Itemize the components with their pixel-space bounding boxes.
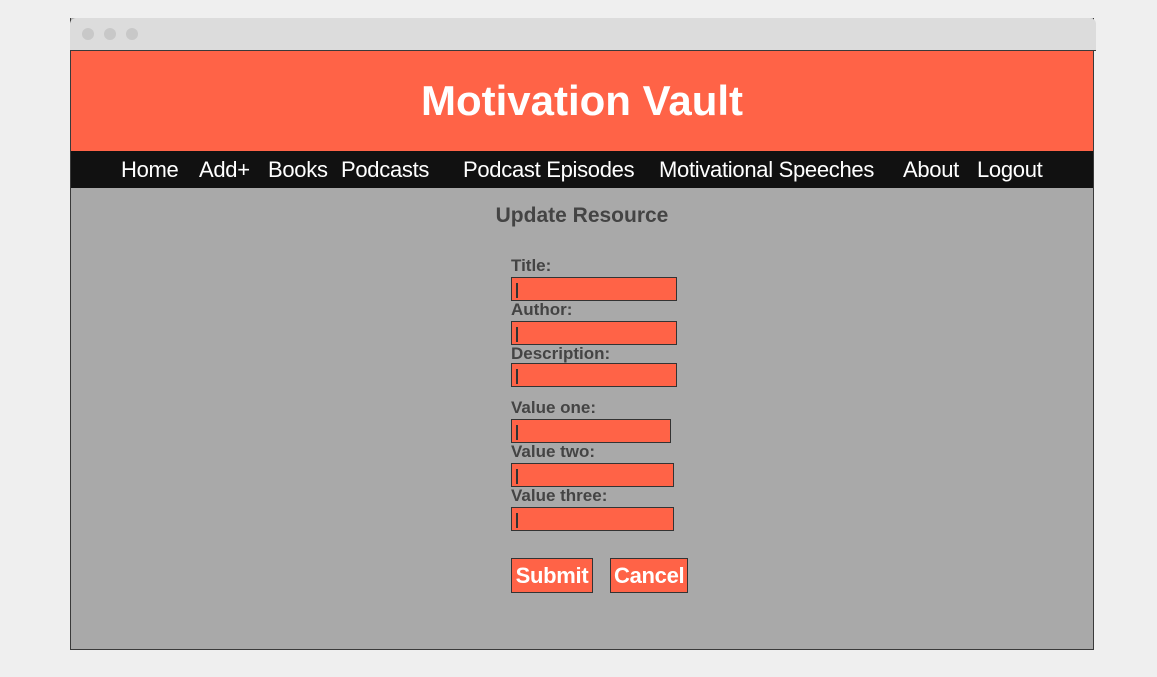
- text-caret: [516, 425, 518, 440]
- text-caret: [516, 469, 518, 484]
- value-one-label: Value one:: [511, 398, 597, 417]
- page-title: Update Resource: [495, 204, 669, 227]
- cancel-button[interactable]: Cancel: [610, 558, 688, 593]
- text-caret: [516, 327, 518, 342]
- nav-books[interactable]: Books: [268, 151, 328, 188]
- author-input[interactable]: [511, 321, 677, 345]
- nav-logout[interactable]: Logout: [977, 151, 1043, 188]
- window-minimize-dot-icon[interactable]: [104, 28, 116, 40]
- site-header: Motivation Vault: [71, 51, 1093, 151]
- value-two-input[interactable]: [511, 463, 674, 487]
- title-label: Title:: [511, 256, 552, 275]
- value-three-input[interactable]: [511, 507, 674, 531]
- description-input[interactable]: [511, 363, 677, 387]
- value-two-label: Value two:: [511, 442, 596, 461]
- author-label: Author:: [511, 300, 573, 319]
- site-title: Motivation Vault: [420, 77, 743, 124]
- text-caret: [516, 369, 518, 384]
- value-one-input[interactable]: [511, 419, 671, 443]
- title-input[interactable]: [511, 277, 677, 301]
- window-titlebar: [70, 18, 1096, 51]
- nav-motivational-speeches[interactable]: Motivational Speeches: [659, 151, 874, 188]
- nav-podcasts[interactable]: Podcasts: [341, 151, 429, 188]
- description-label: Description:: [511, 344, 611, 363]
- browser-window: Motivation Vault Home Add+ Books Podcast…: [70, 18, 1096, 650]
- nav-about[interactable]: About: [903, 151, 959, 188]
- value-three-label: Value three:: [511, 486, 608, 505]
- nav-podcast-episodes[interactable]: Podcast Episodes: [463, 151, 635, 188]
- window-maximize-dot-icon[interactable]: [126, 28, 138, 40]
- nav-add[interactable]: Add+: [199, 151, 250, 188]
- text-caret: [516, 283, 518, 298]
- main-navbar: Home Add+ Books Podcasts Podcast Episode…: [71, 151, 1093, 188]
- text-caret: [516, 513, 518, 528]
- submit-button[interactable]: Submit: [511, 558, 593, 593]
- window-close-dot-icon[interactable]: [82, 28, 94, 40]
- nav-home[interactable]: Home: [121, 151, 179, 188]
